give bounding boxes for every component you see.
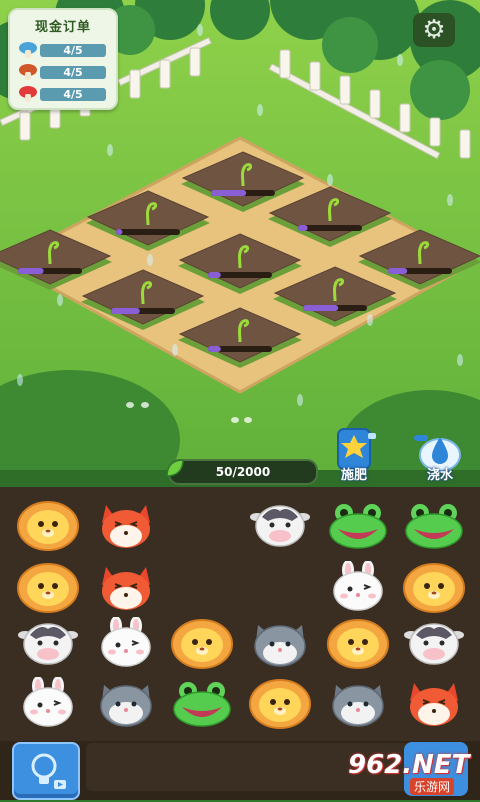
cash-orders-panel[interactable]: 现金订单 4/5 4/5 4/5: [8, 8, 118, 110]
watermark-sub: 乐游网: [410, 778, 455, 795]
watermark: 962.NET 乐游网: [340, 750, 478, 796]
fox-tile[interactable]: [94, 561, 158, 613]
order-row: 4/5: [18, 64, 110, 80]
cat-tile[interactable]: [94, 677, 158, 729]
cow-face-icon: [404, 623, 464, 665]
cat-tile[interactable]: [326, 677, 390, 729]
lion-face-icon: [171, 619, 233, 669]
gear-icon: ⚙: [422, 15, 446, 45]
order-progress: 4/5: [40, 88, 106, 101]
plot-growth-fill: [388, 268, 408, 274]
rabbit-face-icon: [101, 616, 151, 667]
cat-face-icon: [100, 685, 152, 727]
lion-face-icon: [249, 679, 311, 729]
fertilize-button[interactable]: 施肥: [326, 425, 382, 483]
cat-face-icon: [332, 685, 384, 727]
leaf-icon: [166, 459, 184, 477]
plot-growth-fill: [303, 305, 339, 311]
frog-tile[interactable]: [170, 677, 234, 729]
lion-tile[interactable]: [248, 677, 312, 729]
mushroom-icon: [19, 64, 37, 80]
cat-face-icon: [254, 625, 306, 667]
water-label: 浇水: [426, 468, 453, 483]
plot-growth-fill: [116, 229, 123, 235]
frog-face-icon: [405, 504, 463, 549]
lion-tile[interactable]: [16, 561, 80, 613]
frog-tile[interactable]: [402, 499, 466, 551]
plot-growth-track: [116, 229, 180, 235]
fox-tile[interactable]: [402, 677, 466, 729]
order-row: 4/5: [18, 42, 110, 58]
order-progress: 4/5: [40, 66, 106, 79]
lion-face-icon: [17, 563, 79, 613]
fox-tile[interactable]: [94, 499, 158, 551]
cow-tile[interactable]: [16, 617, 80, 669]
rabbit-face-icon: [333, 560, 383, 611]
harvest-progress-bar: 50/2000: [166, 459, 318, 485]
cat-tile[interactable]: [248, 617, 312, 669]
cow-tile[interactable]: [248, 499, 312, 551]
harvest-progress-label: 50/2000: [215, 465, 271, 479]
watermark-brand: 962.NET: [348, 750, 470, 780]
fox-face-icon: [410, 683, 458, 726]
lion-tile[interactable]: [402, 561, 466, 613]
water-button[interactable]: 浇水: [412, 425, 468, 483]
lion-face-icon: [327, 619, 389, 669]
plot-growth-fill: [211, 190, 247, 196]
plot-growth-fill: [208, 272, 221, 278]
cow-face-icon: [18, 623, 78, 665]
cow-face-icon: [250, 505, 310, 547]
lion-tile[interactable]: [326, 617, 390, 669]
match-board: [0, 487, 480, 741]
mushroom-icon: [19, 86, 37, 102]
lion-face-icon: [403, 563, 465, 613]
cow-tile[interactable]: [402, 617, 466, 669]
lion-face-icon: [17, 501, 79, 551]
plot-growth-fill: [298, 225, 308, 231]
plot-growth-fill: [18, 268, 44, 274]
lion-tile[interactable]: [170, 617, 234, 669]
lion-tile[interactable]: [16, 499, 80, 551]
order-progress: 4/5: [40, 44, 106, 57]
frog-face-icon: [329, 504, 387, 549]
mushroom-icon: [19, 42, 37, 58]
fox-face-icon: [102, 505, 150, 548]
rabbit-tile[interactable]: [94, 616, 158, 669]
lightbulb-icon: [31, 753, 66, 789]
rabbit-tile[interactable]: [16, 676, 80, 729]
cash-orders-title: 现金订单: [34, 20, 91, 35]
fox-face-icon: [102, 567, 150, 610]
plot-growth-fill: [208, 346, 221, 352]
hint-button[interactable]: [12, 742, 80, 800]
frog-tile[interactable]: [326, 499, 390, 551]
frog-face-icon: [173, 682, 231, 727]
settings-button[interactable]: ⚙: [413, 13, 455, 47]
plot-growth-fill: [111, 308, 140, 314]
rabbit-tile[interactable]: [326, 560, 390, 613]
fertilize-label: 施肥: [340, 468, 367, 483]
rabbit-face-icon: [23, 676, 73, 727]
order-row: 4/5: [18, 86, 110, 102]
